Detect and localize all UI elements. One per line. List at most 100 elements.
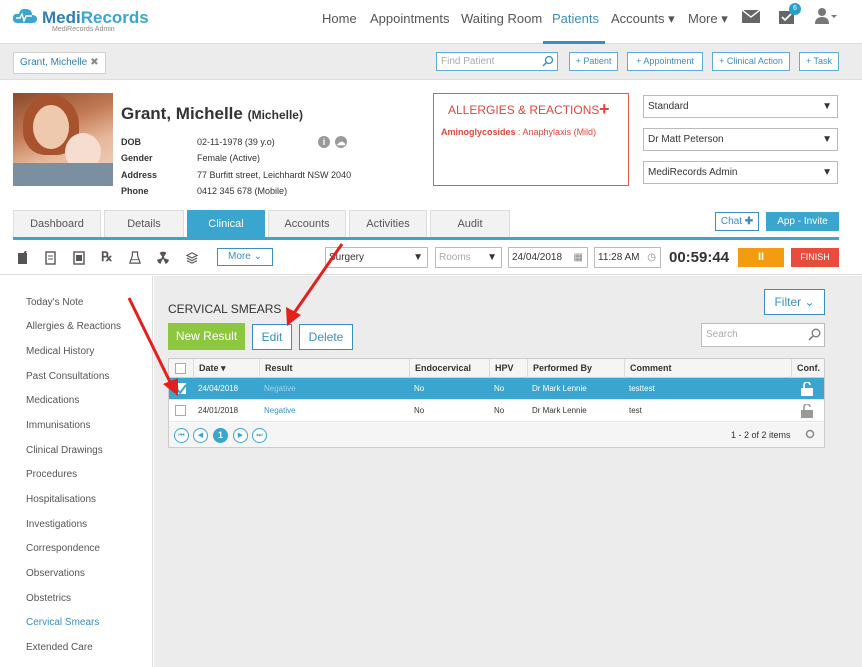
sidebar-item-extended-care[interactable]: Extended Care (26, 642, 93, 653)
unlock-icon[interactable] (801, 404, 813, 418)
nav-home[interactable]: Home (322, 11, 357, 26)
edit-button[interactable]: Edit (252, 324, 292, 350)
radiation-icon[interactable] (157, 251, 169, 265)
add-allergy-button[interactable]: + (599, 99, 610, 120)
lab-flask-icon[interactable] (129, 251, 141, 265)
chat-button[interactable]: Chat ✚ (715, 212, 759, 231)
new-result-button[interactable]: New Result (168, 323, 245, 350)
tab-dashboard[interactable]: Dashboard (13, 210, 101, 237)
sidebar-item-todays-note[interactable]: Today's Note (26, 297, 84, 308)
allergy-item[interactable]: Aminoglycosides : Anaphylaxis (Mild) (441, 127, 596, 137)
refresh-icon[interactable] (805, 429, 815, 439)
note-icon[interactable] (17, 251, 29, 265)
add-appointment-button[interactable]: + Appointment (627, 52, 703, 71)
sidebar-item-immunisations[interactable]: Immunisations (26, 420, 90, 431)
cake-icon[interactable]: ☁ (335, 136, 347, 148)
rooms-select[interactable]: Rooms ▼ (435, 247, 502, 268)
date-field[interactable]: 24/04/2018 ▦ (508, 247, 588, 268)
sidebar-item-investigations[interactable]: Investigations (26, 519, 87, 530)
prescription-icon[interactable]: ℞ (101, 249, 113, 264)
sidebar-item-medications[interactable]: Medications (26, 395, 79, 406)
sidebar-item-observations[interactable]: Observations (26, 568, 85, 579)
layers-icon[interactable] (186, 251, 198, 265)
add-patient-button[interactable]: + Patient (569, 52, 618, 71)
add-clinical-action-button[interactable]: + Clinical Action (712, 52, 790, 71)
sidebar-item-past-consultations[interactable]: Past Consultations (26, 371, 109, 382)
last-page-button[interactable]: ⏭ (252, 428, 267, 443)
col-endocervical[interactable]: Endocervical (409, 359, 471, 378)
next-page-button[interactable]: ▶ (233, 428, 248, 443)
nav-appointments[interactable]: Appointments (370, 11, 450, 26)
nav-waiting-room[interactable]: Waiting Room (461, 11, 542, 26)
dob-label: DOB (121, 137, 141, 147)
prev-page-button[interactable]: ◀ (193, 428, 208, 443)
col-result[interactable]: Result (259, 359, 293, 378)
table-footer: ⏮ ◀ 1 ▶ ⏭ 1 - 2 of 2 items (169, 423, 824, 447)
delete-button[interactable]: Delete (299, 324, 353, 350)
sidebar-item-obstetrics[interactable]: Obstetrics (26, 593, 71, 604)
sidebar-item-clinical-drawings[interactable]: Clinical Drawings (26, 445, 103, 456)
chevron-down-icon: ▼ (822, 167, 832, 178)
search-icon[interactable] (542, 55, 554, 67)
sidebar-item-hospitalisations[interactable]: Hospitalisations (26, 494, 96, 505)
info-icon[interactable]: i (318, 136, 330, 148)
time-field[interactable]: 11:28 AM ◷ (594, 247, 661, 268)
nav-more[interactable]: More ▾ (688, 11, 728, 27)
cell-result[interactable]: Negative (259, 378, 296, 400)
app-invite-button[interactable]: App - Invite (766, 212, 839, 231)
time-field-value: 11:28 AM (598, 252, 640, 263)
sidebar-item-allergies[interactable]: Allergies & Reactions (26, 321, 121, 332)
tab-details[interactable]: Details (104, 210, 184, 237)
search-icon[interactable] (808, 328, 821, 341)
document-icon[interactable] (45, 251, 57, 265)
patient-chip[interactable]: Grant, Michelle ✖ (13, 52, 106, 74)
medirecords-logo[interactable]: MediRecords MediRecords Admin (12, 6, 149, 33)
more-button[interactable]: More ⌄ (217, 248, 273, 266)
first-page-button[interactable]: ⏮ (174, 428, 189, 443)
tab-activities[interactable]: Activities (349, 210, 427, 237)
filter-button[interactable]: Filter ⌄ (764, 289, 825, 315)
cervical-smears-panel: CERVICAL SMEARS Filter ⌄ New Result Edit… (154, 276, 862, 667)
tab-clinical[interactable]: Clinical (187, 210, 265, 237)
date-field-value: 24/04/2018 (512, 252, 563, 263)
clock-icon[interactable]: ◷ (647, 248, 656, 267)
tab-audit[interactable]: Audit (430, 210, 510, 237)
row-checkbox[interactable] (175, 383, 187, 395)
add-task-button[interactable]: + Task (799, 52, 839, 71)
pause-button[interactable]: II (738, 248, 784, 267)
sidebar-item-procedures[interactable]: Procedures (26, 469, 77, 480)
sidebar-item-medical-history[interactable]: Medical History (26, 346, 94, 357)
table-row[interactable]: 24/04/2018 Negative No No Dr Mark Lennie… (169, 378, 824, 400)
sidebar-item-correspondence[interactable]: Correspondence (26, 543, 100, 554)
user-icon[interactable] (815, 7, 837, 24)
mail-icon[interactable] (742, 10, 760, 23)
doctor-select[interactable]: Dr Matt Peterson ▼ (643, 128, 838, 151)
find-patient-input[interactable]: Find Patient (436, 52, 558, 71)
finish-button[interactable]: FINISH (791, 248, 839, 267)
select-all-checkbox[interactable] (175, 363, 186, 374)
col-performed-by[interactable]: Performed By (527, 359, 592, 378)
col-date[interactable]: Date ▾ (193, 359, 226, 378)
billing-select[interactable]: Standard ▼ (643, 95, 838, 118)
sidebar-item-cervical-smears[interactable]: Cervical Smears (26, 617, 99, 628)
cell-result[interactable]: Negative (259, 400, 296, 422)
consult-timer: 00:59:44 (669, 249, 730, 266)
tab-accounts[interactable]: Accounts (268, 210, 346, 237)
close-icon[interactable]: ✖ (90, 57, 98, 68)
cell-hpv: No (494, 384, 505, 393)
calendar-icon[interactable]: ▦ (574, 248, 583, 267)
nav-accounts[interactable]: Accounts ▾ (611, 11, 675, 27)
report-icon[interactable] (73, 251, 85, 265)
unlock-icon[interactable] (801, 382, 813, 396)
table-row[interactable]: 24/01/2018 Negative No No Dr Mark Lennie… (169, 400, 824, 422)
col-comment[interactable]: Comment (624, 359, 672, 378)
nav-patients[interactable]: Patients (552, 11, 599, 26)
search-input[interactable]: Search (701, 323, 825, 347)
site-select[interactable]: Surgery ▼ (325, 247, 428, 268)
col-hpv[interactable]: HPV (489, 359, 514, 378)
page-number-button[interactable]: 1 (213, 428, 228, 443)
location-select[interactable]: MediRecords Admin ▼ (643, 161, 838, 184)
cloud-icon (12, 8, 37, 24)
col-confidential[interactable]: Conf. (791, 359, 820, 378)
row-checkbox[interactable] (175, 405, 186, 416)
